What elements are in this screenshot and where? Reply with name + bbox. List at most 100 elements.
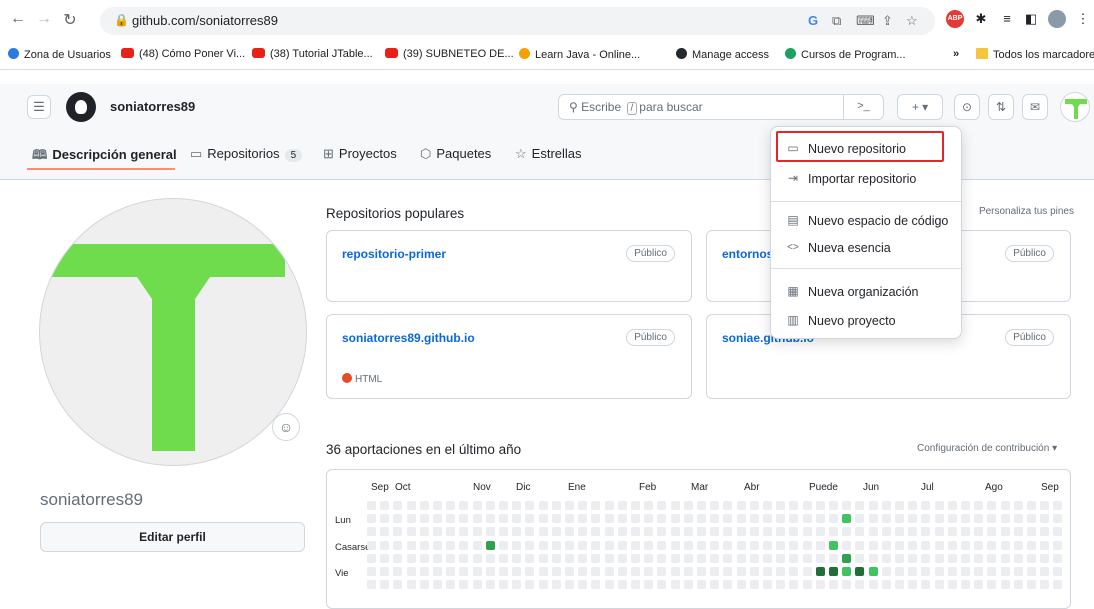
contribution-cell[interactable] xyxy=(380,567,390,576)
contribution-cell[interactable] xyxy=(419,567,429,576)
contribution-cell[interactable] xyxy=(551,540,561,550)
contribution-cell[interactable] xyxy=(763,527,772,537)
github-logo-icon[interactable] xyxy=(66,92,96,122)
contribution-cell[interactable] xyxy=(736,567,746,576)
contribution-cell[interactable] xyxy=(776,540,786,550)
contribution-cell[interactable] xyxy=(433,527,442,537)
contribution-cell[interactable] xyxy=(604,527,614,537)
menu-item-new-codespace[interactable]: ▤ Nuevo espacio de código xyxy=(771,208,961,234)
profile-avatar-icon[interactable] xyxy=(1048,10,1066,28)
contribution-cell[interactable] xyxy=(604,567,614,576)
contribution-cell[interactable] xyxy=(538,553,548,563)
contribution-cell[interactable] xyxy=(433,501,442,510)
bookmark-item[interactable]: Cursos de Program... xyxy=(785,48,906,61)
contribution-cell[interactable] xyxy=(485,540,495,550)
contribution-cell[interactable] xyxy=(393,567,403,576)
contribution-cell[interactable] xyxy=(723,567,733,576)
contribution-cell[interactable] xyxy=(578,567,588,576)
contribution-cell[interactable] xyxy=(868,580,878,590)
contribution-cell[interactable] xyxy=(802,540,812,550)
contribution-cell[interactable] xyxy=(1000,501,1010,510)
contribution-cell[interactable] xyxy=(723,514,733,524)
contribution-cell[interactable] xyxy=(472,540,482,550)
contribution-cell[interactable] xyxy=(485,553,495,563)
contribution-cell[interactable] xyxy=(710,567,720,576)
contribution-cell[interactable] xyxy=(776,501,786,510)
contribution-cell[interactable] xyxy=(551,501,561,510)
contribution-cell[interactable] xyxy=(644,501,654,510)
contribution-cell[interactable] xyxy=(683,501,693,510)
contribution-cell[interactable] xyxy=(1013,580,1023,590)
contribution-cell[interactable] xyxy=(591,514,601,524)
contribution-cell[interactable] xyxy=(842,580,852,590)
contribution-cell[interactable] xyxy=(855,553,865,563)
contribution-cell[interactable] xyxy=(895,553,904,563)
contribution-cell[interactable] xyxy=(406,501,416,510)
contribution-cell[interactable] xyxy=(525,553,535,563)
contribution-cell[interactable] xyxy=(868,553,878,563)
contribution-cell[interactable] xyxy=(657,567,667,576)
contribution-cell[interactable] xyxy=(446,540,456,550)
contribution-cell[interactable] xyxy=(367,567,376,576)
contribution-cell[interactable] xyxy=(433,540,442,550)
contribution-cell[interactable] xyxy=(934,540,944,550)
contribution-cell[interactable] xyxy=(710,527,720,537)
contribution-cell[interactable] xyxy=(446,514,456,524)
contribution-cell[interactable] xyxy=(974,501,984,510)
contribution-cell[interactable] xyxy=(723,580,733,590)
contribution-cell[interactable] xyxy=(631,501,640,510)
contribution-cell[interactable] xyxy=(446,580,456,590)
contribution-cell[interactable] xyxy=(895,527,904,537)
contribution-cell[interactable] xyxy=(393,553,403,563)
contribution-cell[interactable] xyxy=(1000,527,1010,537)
contribution-cell[interactable] xyxy=(895,501,904,510)
contribution-cell[interactable] xyxy=(551,514,561,524)
tab-stars[interactable]: ☆ Estrellas xyxy=(515,146,582,162)
contribution-cell[interactable] xyxy=(1040,540,1050,550)
contribution-cell[interactable] xyxy=(842,501,852,510)
contribution-cell[interactable] xyxy=(1000,514,1010,524)
contribution-cell[interactable] xyxy=(419,553,429,563)
contribution-cell[interactable] xyxy=(749,514,759,524)
contribution-cell[interactable] xyxy=(459,540,469,550)
contribution-cell[interactable] xyxy=(367,540,376,550)
contribution-cell[interactable] xyxy=(961,567,970,576)
contribution-cell[interactable] xyxy=(987,567,997,576)
contribution-cell[interactable] xyxy=(644,580,654,590)
contribution-cell[interactable] xyxy=(565,540,574,550)
contribution-cell[interactable] xyxy=(789,553,799,563)
contribution-cell[interactable] xyxy=(525,514,535,524)
contribution-cell[interactable] xyxy=(934,553,944,563)
contribution-cell[interactable] xyxy=(472,527,482,537)
contribution-cell[interactable] xyxy=(472,580,482,590)
customize-pins-link[interactable]: Personaliza tus pines xyxy=(979,206,1074,217)
contribution-cell[interactable] xyxy=(565,501,574,510)
contribution-cell[interactable] xyxy=(551,553,561,563)
contribution-cell[interactable] xyxy=(868,501,878,510)
contribution-cell[interactable] xyxy=(815,553,825,563)
contribution-cell[interactable] xyxy=(512,580,522,590)
contribution-cell[interactable] xyxy=(485,580,495,590)
contribution-cell[interactable] xyxy=(472,501,482,510)
contribution-cell[interactable] xyxy=(763,580,772,590)
contribution-cell[interactable] xyxy=(723,501,733,510)
contribution-cell[interactable] xyxy=(499,527,508,537)
contribution-cell[interactable] xyxy=(433,567,442,576)
google-icon[interactable]: G xyxy=(808,13,818,28)
contribution-cell[interactable] xyxy=(829,527,838,537)
contribution-cell[interactable] xyxy=(538,501,548,510)
pull-requests-icon[interactable]: ⇅ xyxy=(988,94,1014,120)
contribution-cell[interactable] xyxy=(736,553,746,563)
contribution-cell[interactable] xyxy=(459,567,469,576)
contribution-cell[interactable] xyxy=(1040,567,1050,576)
repo-link[interactable]: soniatorres89.github.io xyxy=(342,331,475,345)
contribution-cell[interactable] xyxy=(617,514,627,524)
contribution-cell[interactable] xyxy=(565,580,574,590)
reload-icon[interactable]: ↻ xyxy=(60,10,80,30)
contribution-cell[interactable] xyxy=(446,567,456,576)
contribution-cell[interactable] xyxy=(934,527,944,537)
contribution-cell[interactable] xyxy=(604,580,614,590)
contribution-cell[interactable] xyxy=(829,553,838,563)
contribution-cell[interactable] xyxy=(446,553,456,563)
contribution-cell[interactable] xyxy=(842,540,852,550)
